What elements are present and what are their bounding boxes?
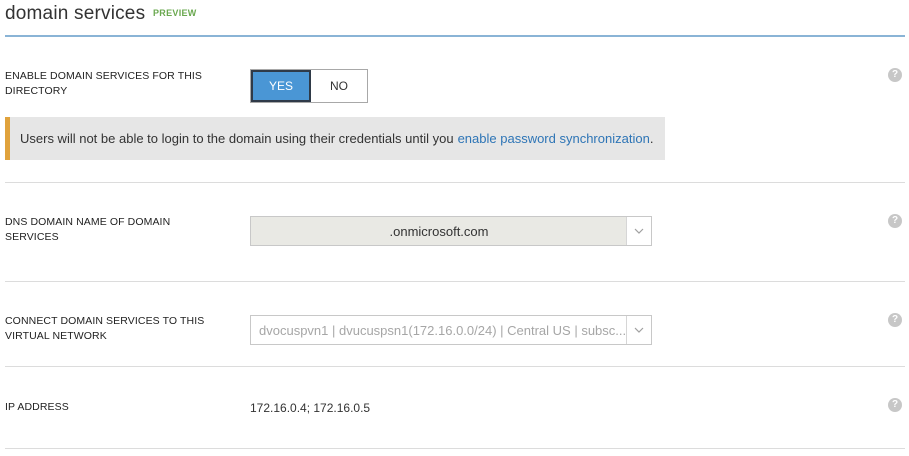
help-icon[interactable]: ?	[888, 68, 902, 82]
help-icon[interactable]: ?	[888, 313, 902, 327]
warning-suffix: .	[649, 131, 654, 146]
chevron-down-icon[interactable]	[626, 316, 651, 344]
dns-domain-name-select[interactable]: .onmicrosoft.com	[250, 216, 652, 246]
divider	[5, 182, 905, 183]
toggle-yes-button[interactable]: YES	[251, 70, 311, 102]
virtual-network-value[interactable]: dvocuspvn1 | dvucuspsn1(172.16.0.0/24) |…	[251, 316, 627, 344]
enable-domain-services-label: ENABLE DOMAIN SERVICES FOR THIS DIRECTOR…	[5, 70, 203, 97]
enable-domain-services-toggle[interactable]: YES NO	[250, 69, 368, 103]
toggle-no-button[interactable]: NO	[311, 70, 367, 102]
divider	[5, 281, 905, 282]
help-icon[interactable]: ?	[888, 214, 902, 228]
warning-text: Users will not be able to login to the d…	[20, 131, 454, 146]
chevron-down-icon[interactable]	[626, 217, 651, 245]
divider	[5, 366, 905, 367]
ip-address-label: IP ADDRESS	[5, 401, 69, 413]
enable-password-sync-link[interactable]: enable password synchronization	[458, 131, 650, 146]
help-icon[interactable]: ?	[888, 398, 902, 412]
dns-domain-name-value[interactable]: .onmicrosoft.com	[251, 217, 627, 245]
page-header: domain services PREVIEW	[5, 0, 905, 37]
virtual-network-label: CONNECT DOMAIN SERVICES TO THIS VIRTUAL …	[5, 315, 205, 342]
dns-domain-name-label: DNS DOMAIN NAME OF DOMAIN SERVICES	[5, 216, 171, 243]
divider	[5, 448, 905, 449]
preview-badge: PREVIEW	[153, 8, 197, 18]
page-title: domain services	[5, 3, 146, 24]
virtual-network-select[interactable]: dvocuspvn1 | dvucuspsn1(172.16.0.0/24) |…	[250, 315, 652, 345]
ip-address-value: 172.16.0.4; 172.16.0.5	[250, 401, 371, 415]
password-sync-warning: Users will not be able to login to the d…	[5, 117, 665, 160]
